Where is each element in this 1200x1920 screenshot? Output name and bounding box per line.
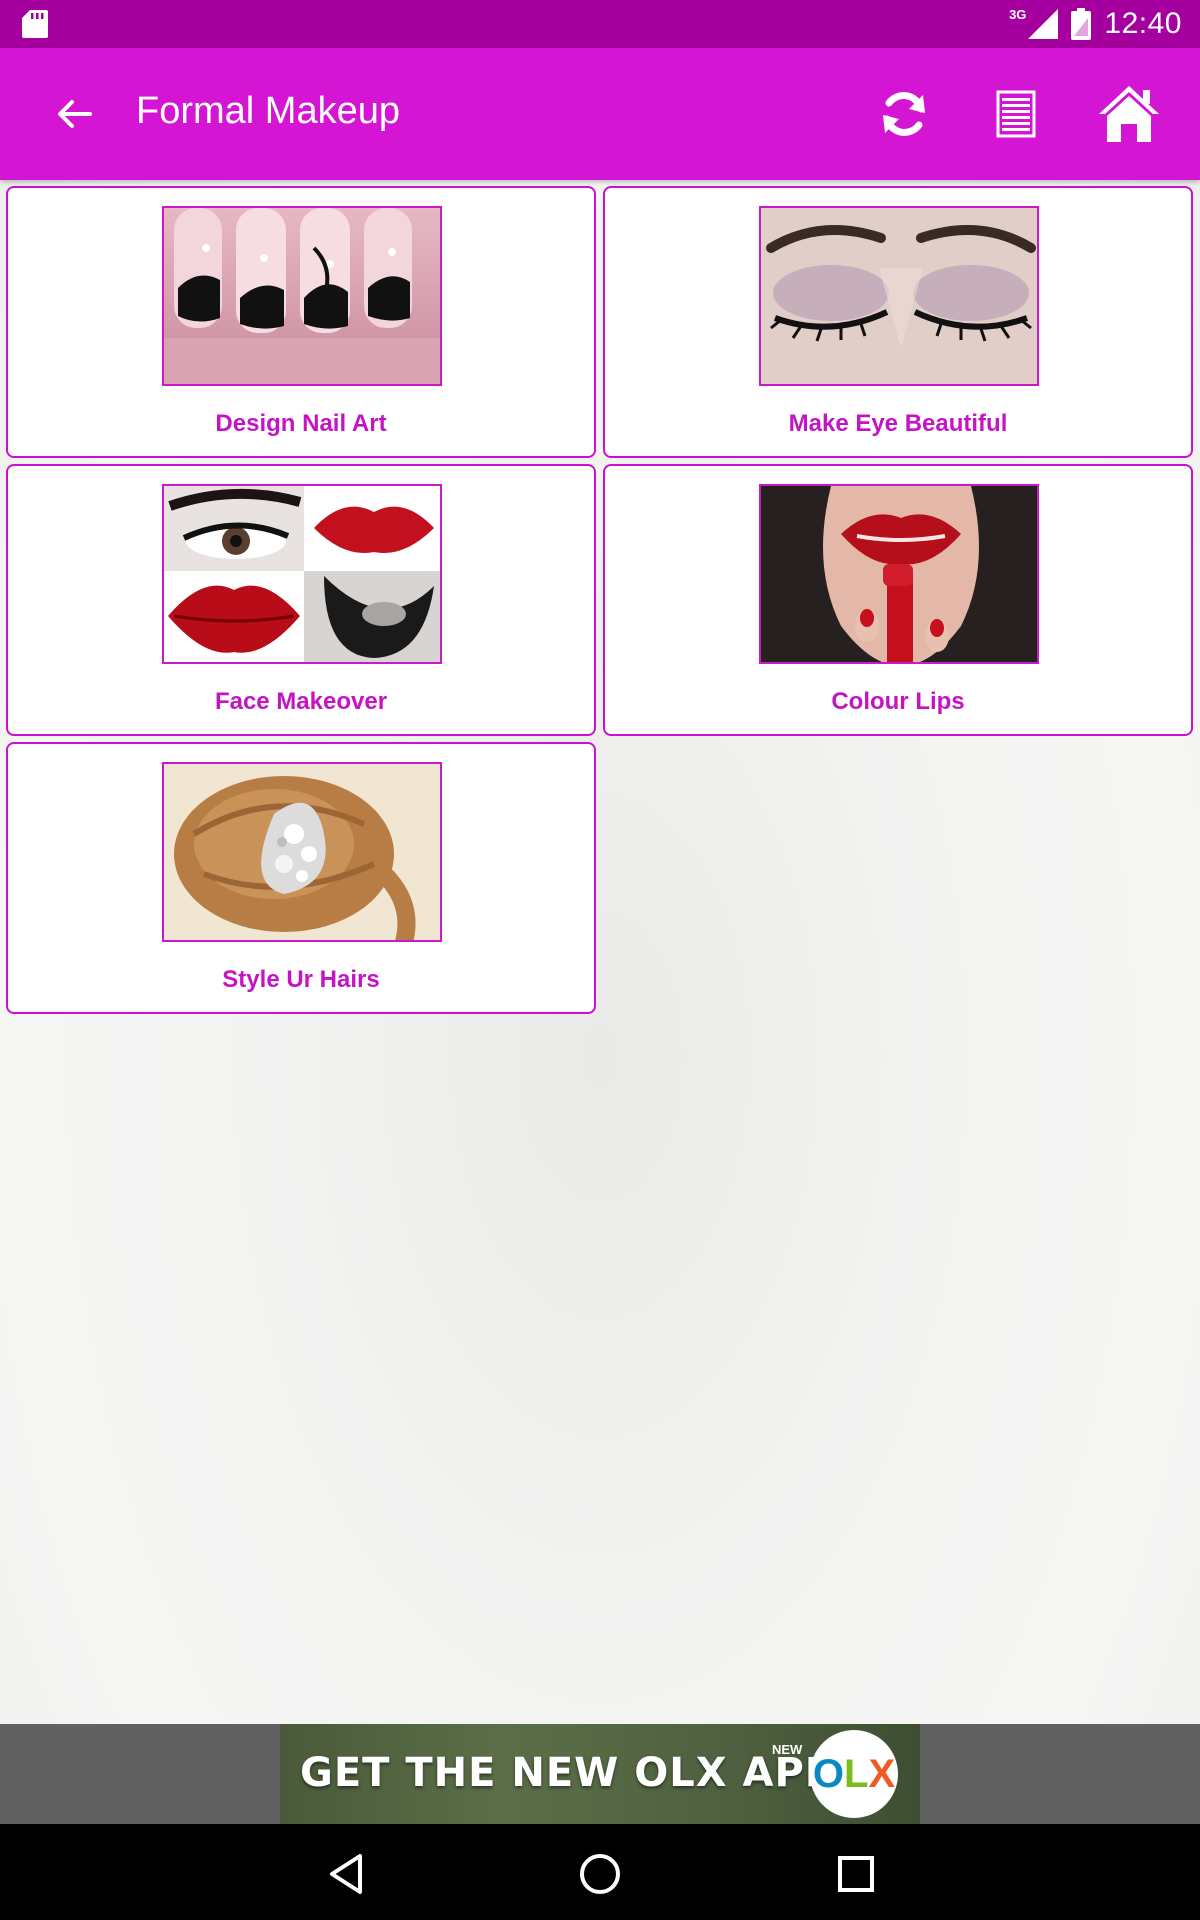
app-bar: Formal Makeup — [0, 48, 1200, 180]
card-style-ur-hairs[interactable]: Style Ur Hairs — [6, 742, 596, 1014]
card-make-eye-beautiful[interactable]: Make Eye Beautiful — [603, 186, 1193, 458]
nav-recents-button[interactable] — [826, 1844, 886, 1904]
face-makeover-image — [162, 484, 442, 664]
ad-new-badge: NEW — [772, 1742, 803, 1757]
ad-text: GET THE NEW OLX APP — [300, 1750, 836, 1796]
refresh-button[interactable] — [872, 82, 936, 146]
battery-icon — [1071, 8, 1092, 40]
card-colour-lips[interactable]: Colour Lips — [603, 464, 1193, 736]
square-recents-icon — [838, 1856, 874, 1892]
page-title: Formal Makeup — [136, 90, 400, 132]
signal-icon — [1028, 9, 1059, 39]
card-design-nail-art[interactable]: Design Nail Art — [6, 186, 596, 458]
card-face-makeover[interactable]: Face Makeover — [6, 464, 596, 736]
refresh-icon — [883, 92, 925, 136]
card-label: Face Makeover — [214, 688, 388, 715]
olx-logo: OLX — [810, 1730, 898, 1818]
nav-home-button[interactable] — [570, 1844, 630, 1904]
arrow-back-icon — [58, 100, 92, 128]
network-type-label: 3G — [1009, 6, 1027, 22]
hair-style-image — [162, 762, 442, 942]
list-button[interactable] — [984, 82, 1048, 146]
card-label: Make Eye Beautiful — [788, 410, 1008, 437]
ad-bar: GET THE NEW OLX APP NEW OLX — [0, 1724, 1200, 1824]
clock: 12:40 — [1104, 7, 1182, 40]
status-bar: 3G 12:40 — [0, 0, 1200, 48]
home-icon — [1099, 86, 1159, 142]
nav-back-button[interactable] — [316, 1844, 376, 1904]
system-nav-bar — [0, 1824, 1200, 1920]
triangle-back-icon — [330, 1854, 362, 1894]
eye-makeup-image — [759, 206, 1039, 386]
back-button[interactable] — [48, 88, 100, 140]
lipstick-image — [759, 484, 1039, 664]
card-label: Style Ur Hairs — [222, 966, 380, 993]
nail-art-image — [162, 206, 442, 386]
card-label: Colour Lips — [831, 688, 965, 715]
card-label: Design Nail Art — [215, 410, 387, 437]
ad-banner[interactable]: GET THE NEW OLX APP NEW OLX — [280, 1724, 920, 1824]
sd-card-icon — [22, 10, 48, 38]
circle-home-icon — [580, 1854, 620, 1894]
home-button[interactable] — [1094, 82, 1164, 146]
document-list-icon — [996, 90, 1036, 138]
